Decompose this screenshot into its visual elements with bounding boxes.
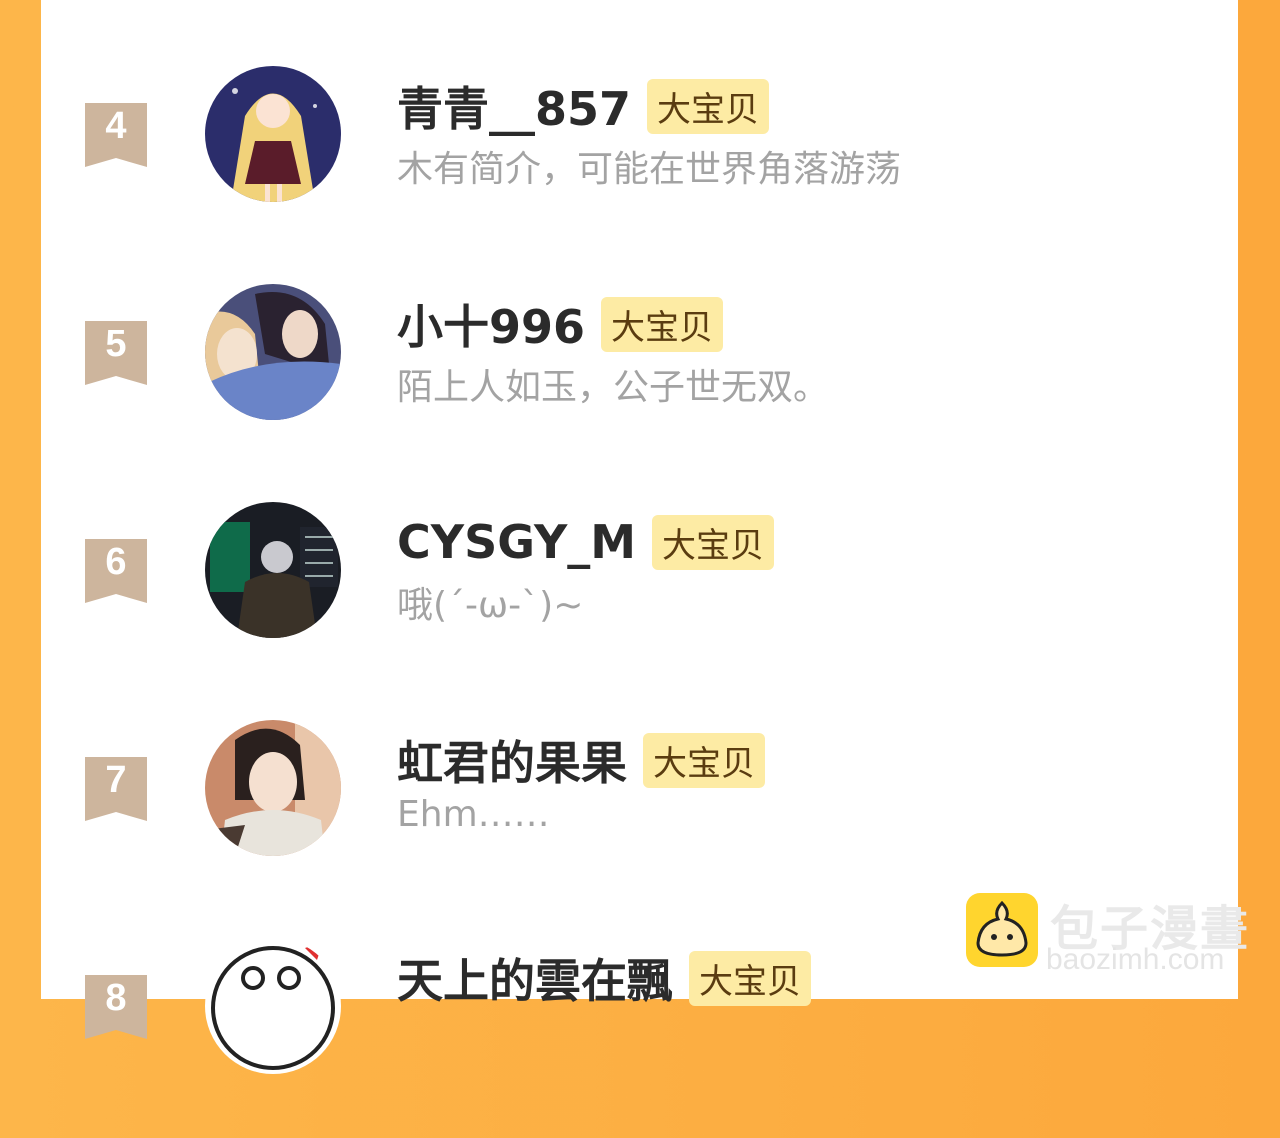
watermark-domain: baozimh.com	[1046, 943, 1225, 976]
list-item[interactable]: 4 青青__857 大宝贝 木有简介，可能在世界角落游荡	[41, 66, 1238, 266]
user-name[interactable]: 小十996	[397, 291, 585, 357]
user-badge: 大宝贝	[647, 78, 770, 134]
user-name[interactable]: 天上的雲在飄	[397, 945, 673, 1011]
watermark: 包子漫畫 baozimh.com	[966, 893, 1266, 983]
user-avatar[interactable]	[205, 66, 341, 202]
rank-ribbon: 5	[85, 321, 147, 385]
user-badge: 大宝贝	[689, 950, 811, 1006]
user-name[interactable]: 青青__857	[397, 73, 631, 139]
rank-ribbon: 6	[85, 539, 147, 603]
rank-ribbon: 4	[85, 103, 147, 167]
user-avatar[interactable]	[205, 938, 341, 1074]
user-avatar[interactable]	[205, 502, 341, 638]
user-bio: 木有简介，可能在世界角落游荡	[397, 149, 902, 190]
user-bio: 哦(´-ω-`)~	[397, 585, 584, 626]
ranking-panel: 4 青青__857 大宝贝 木有简介，可能在世界角落游荡 5 小十996 大宝贝…	[41, 0, 1238, 1074]
user-name-line: CYSGY_M 大宝贝	[397, 514, 775, 570]
rank-ribbon: 8	[85, 975, 147, 1039]
user-name-line: 虹君的果果 大宝贝	[397, 732, 765, 790]
user-badge: 大宝贝	[643, 732, 765, 788]
user-avatar[interactable]	[205, 284, 341, 420]
user-badge: 大宝贝	[652, 514, 775, 570]
user-name-line: 天上的雲在飄 大宝贝	[397, 950, 811, 1008]
user-bio: Ehm……	[397, 794, 550, 835]
user-name[interactable]: 虹君的果果	[397, 727, 627, 793]
user-badge: 大宝贝	[601, 296, 724, 352]
user-name-line: 小十996 大宝贝	[397, 296, 724, 354]
user-name-line: 青青__857 大宝贝	[397, 78, 770, 136]
user-avatar[interactable]	[205, 720, 341, 856]
rank-ribbon: 7	[85, 757, 147, 821]
user-bio: 陌上人如玉，公子世无双。	[397, 367, 830, 408]
bun-logo-icon	[966, 893, 1038, 967]
list-item[interactable]: 6 CYSGY_M 大宝贝 哦(´-ω-`)~	[41, 502, 1238, 702]
user-name[interactable]: CYSGY_M	[397, 515, 636, 569]
list-item[interactable]: 5 小十996 大宝贝 陌上人如玉，公子世无双。	[41, 284, 1238, 484]
